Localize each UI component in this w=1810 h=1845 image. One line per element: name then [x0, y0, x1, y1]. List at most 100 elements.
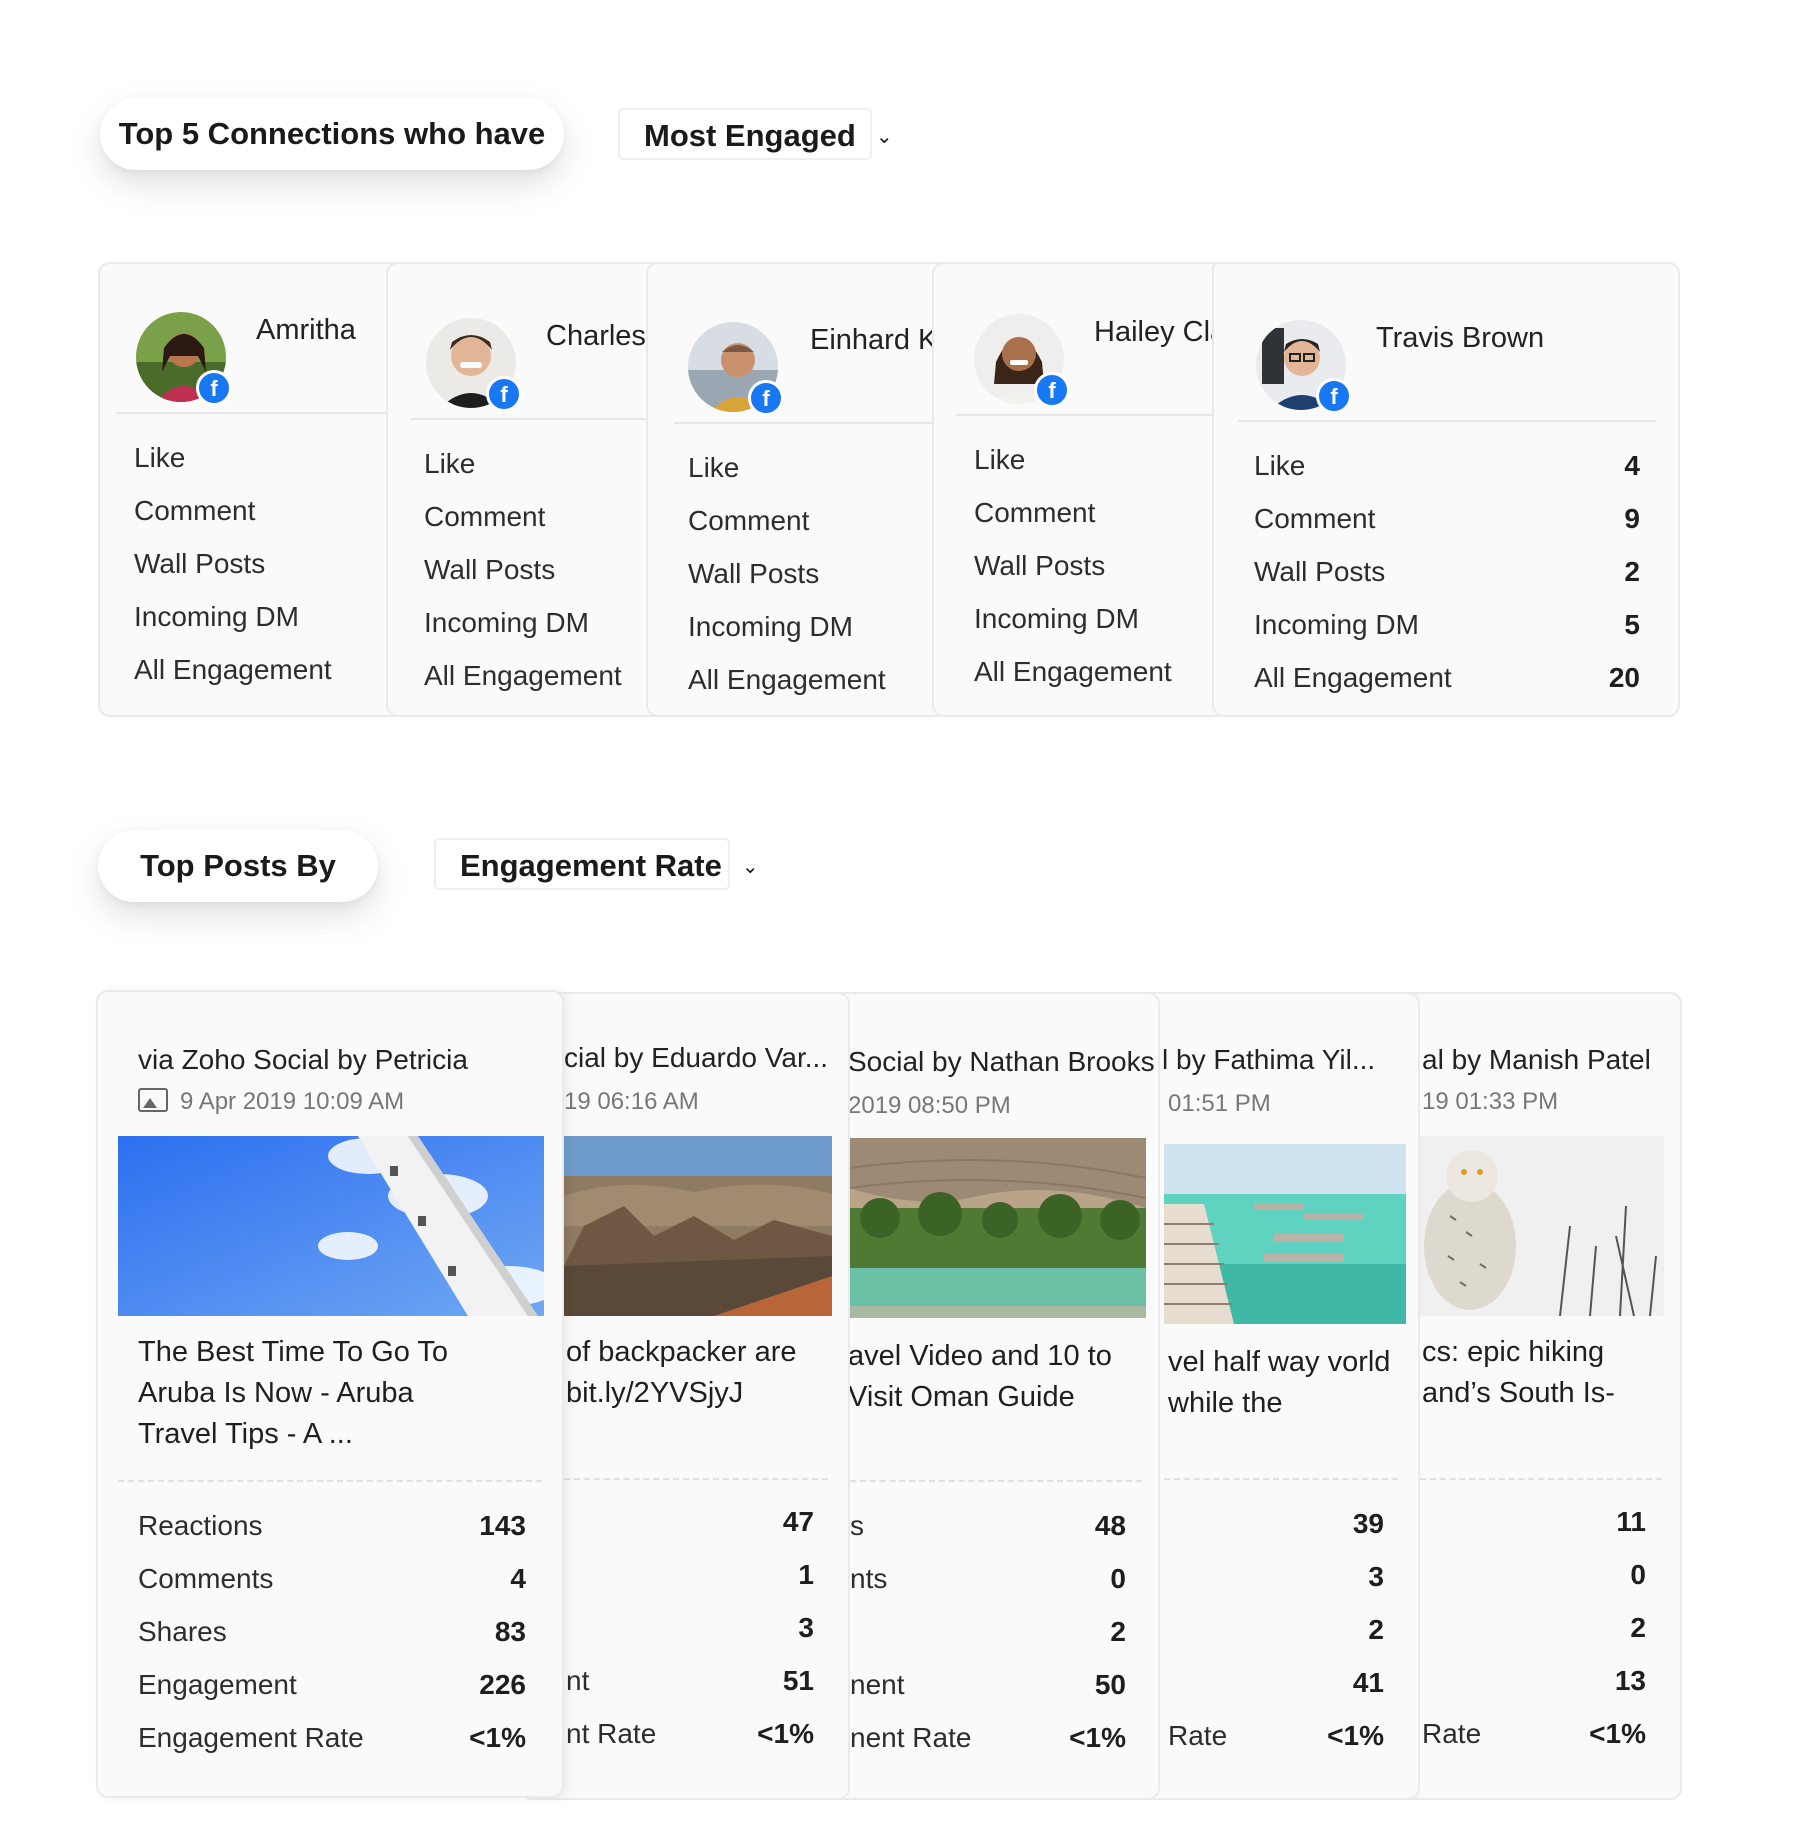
- stat-value: 2: [1630, 1612, 1646, 1643]
- stat-row: Wall Posts: [134, 548, 378, 600]
- stat-value: <1%: [1327, 1720, 1384, 1751]
- stat-row: 41: [1168, 1667, 1384, 1719]
- post-date-text: 9 Apr 2019 10:09 AM: [180, 1088, 405, 1115]
- stat-value: 0: [1110, 1563, 1126, 1594]
- post-date: 19 01:33 PM: [1422, 1088, 1559, 1115]
- connection-name: Travis Brown: [1376, 322, 1545, 354]
- stat-label: Engagement: [138, 1669, 297, 1700]
- stat-row: Comment 9: [1254, 503, 1640, 555]
- stat-label: Wall Posts: [424, 554, 556, 585]
- stat-row: Engagement Rate <1%: [138, 1722, 526, 1774]
- stat-label: Wall Posts: [134, 548, 266, 579]
- connection-card[interactable]: f Hailey Cla Like Comment Wall Posts Inc…: [932, 262, 1238, 717]
- stat-row: nent 50: [850, 1669, 1126, 1721]
- connection-card[interactable]: f Einhard K Like Comment Wall Posts Inco…: [646, 262, 952, 717]
- posts-section-label: Top Posts By: [98, 830, 378, 902]
- post-card[interactable]: l by Fathima Yil... 01:51 PM vel half wa…: [1120, 992, 1420, 1800]
- posts-section-title: Top Posts By: [140, 848, 336, 883]
- divider: [956, 414, 1236, 416]
- stat-label: Incoming DM: [974, 603, 1139, 634]
- stat-row: Wall Posts: [688, 558, 912, 610]
- stat-label: Wall Posts: [1254, 556, 1386, 587]
- divider: [674, 422, 950, 424]
- connections-section-title: Top 5 Connections who have: [118, 116, 546, 151]
- stat-label: nts: [850, 1563, 888, 1594]
- stat-row: nent Rate <1%: [850, 1722, 1126, 1774]
- stat-value: 48: [1094, 1510, 1126, 1541]
- connection-name: Einhard K: [810, 324, 938, 356]
- connections-filter-dropdown[interactable]: Most Engaged ⌄: [618, 108, 893, 160]
- post-title: cs: epic hiking and’s South Is-: [1422, 1336, 1615, 1409]
- stat-row: 11: [1422, 1506, 1646, 1558]
- stat-row: Comment: [134, 495, 378, 547]
- stat-row: Rate <1%: [1422, 1718, 1646, 1770]
- stat-label: Incoming DM: [134, 601, 299, 632]
- facebook-icon: f: [486, 376, 522, 412]
- stat-label: Reactions: [138, 1510, 263, 1541]
- stat-label: All Engagement: [1254, 662, 1452, 693]
- stat-row: Comments 4: [138, 1563, 526, 1615]
- post-card[interactable]: via Zoho Social by Petricia 9 Apr 2019 1…: [96, 990, 564, 1798]
- divider: [410, 418, 684, 420]
- stat-row: Comment: [974, 497, 1198, 549]
- stat-row: All Engagement: [688, 664, 912, 715]
- connection-name: Charles: [546, 320, 646, 352]
- stat-row: Wall Posts: [974, 550, 1198, 602]
- connection-name: Hailey Cla: [1094, 316, 1227, 348]
- chevron-down-icon: ⌄: [875, 126, 893, 148]
- stat-value: 4: [510, 1563, 526, 1594]
- post-card[interactable]: al by Manish Patel 19 01:33 PM cs: epic …: [1380, 992, 1682, 1800]
- post-card[interactable]: Social by Nathan Brooks 2019 08:50 PM av…: [810, 992, 1160, 1800]
- stat-row: 2: [1422, 1612, 1646, 1664]
- stat-row: Shares 83: [138, 1616, 526, 1668]
- post-card[interactable]: cial by Eduardo Var... 19 06:16 AM of ba…: [520, 992, 850, 1800]
- stat-value: 0: [1630, 1559, 1646, 1590]
- stat-value: 39: [1352, 1508, 1384, 1539]
- stat-value: 2: [1110, 1616, 1126, 1647]
- stat-value: 226: [479, 1669, 526, 1700]
- stat-value: 2: [1624, 556, 1640, 587]
- stat-row: 0: [1422, 1559, 1646, 1611]
- post-author: l by Fathima Yil...: [1162, 1044, 1376, 1075]
- stat-row: Reactions 143: [138, 1510, 526, 1562]
- post-date: 01:51 PM: [1168, 1090, 1271, 1117]
- divider: [564, 1478, 828, 1480]
- stat-row: nts 0: [850, 1563, 1126, 1615]
- stat-label: Like: [974, 444, 1026, 475]
- stat-label: nt Rate: [566, 1718, 657, 1749]
- stat-value: <1%: [757, 1718, 814, 1749]
- stat-label: nt: [566, 1665, 590, 1696]
- stat-row: Incoming DM: [424, 607, 646, 659]
- connection-card[interactable]: f Charles Like Comment Wall Posts Incomi…: [386, 262, 686, 717]
- stat-row: 39: [1168, 1508, 1384, 1560]
- post-title: of backpacker are bit.ly/2YVSjyJ: [566, 1336, 797, 1409]
- stat-label: Comment: [688, 505, 810, 536]
- stat-value: 4: [1624, 450, 1640, 481]
- post-author: cial by Eduardo Var...: [564, 1042, 829, 1073]
- posts-filter-dropdown[interactable]: Engagement Rate ⌄: [434, 838, 759, 890]
- connection-card[interactable]: f Amritha Like Comment Wall Posts Incomi…: [98, 262, 418, 717]
- connection-card[interactable]: f Travis Brown Like 4 Comment 9 Wall Posts…: [1212, 262, 1680, 717]
- post-image: [850, 1138, 1146, 1318]
- stat-row: 3: [1168, 1561, 1384, 1613]
- stat-row: Like: [688, 452, 912, 504]
- stat-row: nt Rate <1%: [566, 1718, 814, 1770]
- stat-value: 83: [494, 1616, 526, 1647]
- stat-label: Comment: [424, 501, 546, 532]
- post-author: al by Manish Patel: [1422, 1044, 1651, 1075]
- stat-value: <1%: [469, 1722, 526, 1753]
- stat-label: Comment: [134, 495, 256, 526]
- stat-row: Engagement 226: [138, 1669, 526, 1721]
- stat-label: Wall Posts: [974, 550, 1106, 581]
- stat-value: 51: [782, 1665, 814, 1696]
- stat-label: Comment: [974, 497, 1096, 528]
- stat-label: nent Rate: [850, 1722, 972, 1753]
- stat-label: Incoming DM: [424, 607, 589, 638]
- stat-label: Like: [134, 442, 186, 473]
- stat-label: Like: [1254, 450, 1306, 481]
- stat-label: Incoming DM: [1254, 609, 1419, 640]
- stat-label: nent: [850, 1669, 905, 1700]
- stat-value: 20: [1608, 662, 1640, 693]
- facebook-icon: f: [1316, 378, 1352, 414]
- stat-value: 13: [1614, 1665, 1646, 1696]
